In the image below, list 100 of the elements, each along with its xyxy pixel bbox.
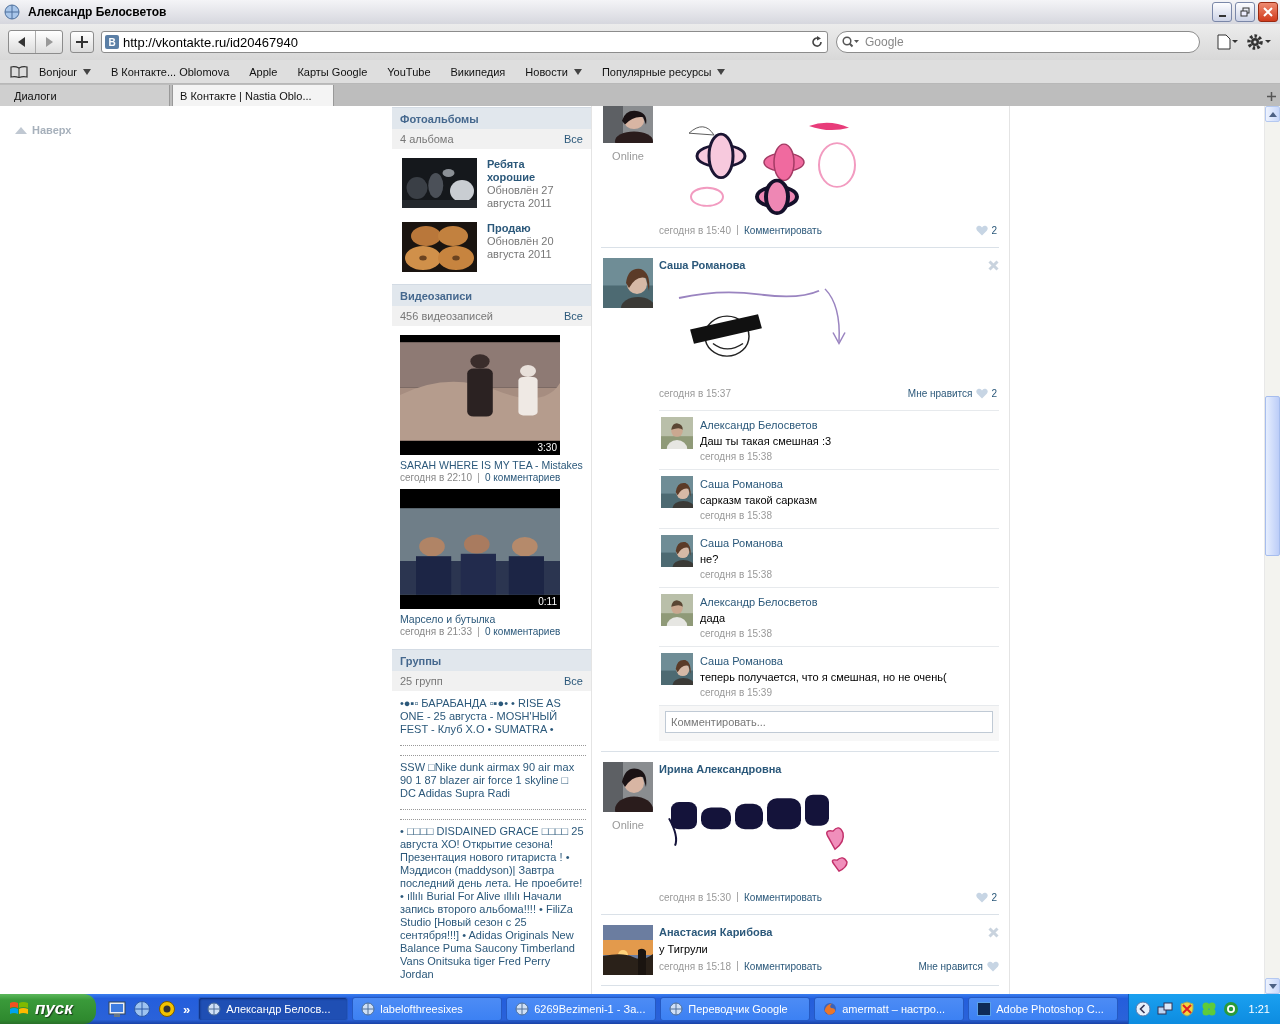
scroll-down-button[interactable] (1265, 978, 1280, 994)
group-list[interactable]: •●▪▫ БАРАБАНДА ▫▪●• • RISE AS ONE - 25 августа - MOSH'НЫЙ FEST - Клуб Х.О • SUMATRA • (400, 697, 586, 736)
book-icon[interactable] (10, 65, 28, 78)
bookmark-item[interactable]: Apple (240, 61, 287, 82)
section-count: 25 групп (400, 675, 443, 687)
section-title: Фотоальбомы (392, 107, 591, 129)
app-icon (977, 1002, 992, 1016)
taskbar-button[interactable]: Переводчик Google (660, 997, 811, 1021)
up-arrow-icon (1268, 111, 1277, 117)
comment-link[interactable]: Комментировать (744, 960, 822, 972)
fox-globe-icon (823, 1002, 838, 1016)
comment-text: теперь получается, что я смешная, но не очень( (700, 670, 947, 685)
plus-icon (76, 36, 88, 48)
like-count: 2 (991, 387, 997, 399)
like-link[interactable]: Мне нравится (907, 387, 973, 399)
scrollbar-thumb[interactable] (1265, 396, 1280, 556)
post-author[interactable]: Анастасия Карибова (659, 926, 773, 938)
search-field[interactable]: Google (836, 31, 1200, 53)
bookmark-item[interactable]: Bonjour (30, 61, 100, 82)
minimize-button[interactable] (1212, 2, 1232, 22)
bookmark-item[interactable]: Карты Google (288, 61, 377, 82)
page-menu-icon[interactable] (1217, 34, 1239, 50)
bookmark-item[interactable]: Википедия (441, 61, 515, 82)
bookmark-item[interactable]: Популярные ресурсы (592, 61, 735, 82)
bookmark-item[interactable]: YouTube (378, 61, 440, 82)
video-title[interactable]: Марсело и бутылка (400, 612, 583, 626)
section-title: Видеозаписи (392, 284, 591, 306)
ring-icon[interactable] (1223, 1001, 1239, 1017)
comment-time: сегодня в 15:38 (700, 509, 773, 523)
scroll-up-button[interactable] (1265, 106, 1280, 122)
video-date: сегодня в 21:33 (400, 626, 472, 637)
comment-time: сегодня в 15:38 (700, 568, 773, 582)
comment-author[interactable]: Саша Романова (700, 476, 818, 492)
site-icon: В (105, 35, 119, 49)
comment-author[interactable]: Александр Белосветов (700, 417, 832, 433)
bookmark-item[interactable]: В Контакте... Oblomova (101, 61, 239, 82)
start-button[interactable]: пуск (0, 994, 96, 1024)
forward-icon[interactable] (44, 37, 54, 47)
maximize-button[interactable] (1235, 2, 1255, 22)
comment-author[interactable]: Саша Романова (700, 535, 783, 551)
comments-link[interactable]: 0 комментариев (485, 626, 561, 637)
navigation-buttons[interactable] (8, 30, 63, 54)
add-bookmark-button[interactable] (70, 31, 94, 53)
minimize-icon (1218, 14, 1226, 17)
online-status: Online (612, 150, 644, 162)
post-time: сегодня в 15:30 (659, 891, 731, 903)
section-count: 4 альбома (400, 133, 454, 145)
show-all-link[interactable]: Все (564, 310, 583, 322)
video-title[interactable]: SARAH WHERE IS MY TEA - Mistakes (400, 458, 583, 472)
comment-link[interactable]: Комментировать (744, 224, 822, 236)
more-button[interactable]: » (183, 1001, 191, 1017)
post-author[interactable]: Саша Романова (659, 259, 746, 271)
reload-icon[interactable] (811, 36, 823, 48)
taskbar-button[interactable]: amermatt – настро... (814, 997, 965, 1021)
post-time: сегодня в 15:18 (659, 960, 731, 972)
desktop-icon[interactable] (108, 1000, 126, 1018)
album-title[interactable]: Ребята хорошие (487, 158, 569, 184)
like-link[interactable]: Мне нравится (918, 960, 983, 972)
comment-text: Даш ты такая смешная :3 (700, 434, 832, 449)
close-icon (1263, 7, 1273, 17)
album-title[interactable]: Продаю (487, 222, 569, 235)
section-count: 456 видеозаписей (400, 310, 493, 322)
comment-author[interactable]: Саша Романова (700, 653, 947, 669)
video-date: сегодня в 22:10 (400, 472, 472, 483)
browser-tab[interactable]: Диалоги (0, 85, 170, 106)
bookmark-item[interactable]: Новости (516, 61, 591, 82)
online-status: Online (612, 819, 644, 831)
post-time: сегодня в 15:40 (659, 224, 731, 236)
browser-tab[interactable]: В Контакте | Nastia Oblo... (172, 85, 334, 106)
comment-text: дада (700, 611, 727, 626)
post-text: у Тигрули (659, 943, 709, 955)
like-count: 2 (991, 891, 997, 903)
show-all-link[interactable]: Все (564, 133, 583, 145)
group-list[interactable]: SSW □Nike dunk airmax 90 air max 90 1 87 blazer air force 1 skyline □ DC Adidas Supra Radi (400, 761, 586, 800)
taskbar-button[interactable]: Александр Белосв... (198, 997, 349, 1021)
group-list[interactable]: • □□□□ DISDAINED GRACE □□□□ 25 августа ХО! Открытие сезона! Презентация нового гитариста ! • Мэддисон (maddyson)| Завтра последний день лета. Не проебите! • ıllılı Burial For Alive ıllılı Начали запись второго альбома!!!! • FiliZa Studio [Новый сезон с 25 сентября!!!] • Adidas Originals New Balance Puma Saucony Timberland Vans Onitsuka tiger Fred Perry Jordan (400, 825, 586, 981)
taskbar-button[interactable]: Adobe Photoshop C... (968, 997, 1119, 1021)
taskbar-button[interactable]: labelofthreesixes (352, 997, 503, 1021)
search-icon[interactable] (842, 36, 860, 48)
post-author[interactable]: Ирина Александровна (659, 763, 782, 775)
post-time: сегодня в 15:37 (659, 387, 731, 399)
comment-field[interactable]: Комментировать... (665, 711, 993, 733)
settings-icon[interactable] (1246, 33, 1272, 51)
album-updated: Обновлён 27 августа 2011 (487, 184, 554, 209)
network-icon[interactable] (1157, 1001, 1173, 1017)
globe-icon (669, 1002, 684, 1016)
messenger-icon[interactable] (158, 1000, 176, 1018)
comment-link[interactable]: Комментировать (744, 891, 822, 903)
shield-icon[interactable] (1179, 1001, 1195, 1017)
show-all-link[interactable]: Все (564, 675, 583, 687)
comments-link[interactable]: 0 комментариев (485, 472, 561, 483)
comment-author[interactable]: Александр Белосветов (700, 594, 818, 610)
globe-icon[interactable] (133, 1000, 151, 1018)
comment-text: не? (700, 552, 720, 567)
close-button[interactable] (1258, 2, 1278, 22)
address-field[interactable]: В http://vkontakte.ru/id20467940 (101, 31, 828, 53)
expand-tray-icon[interactable] (1135, 1001, 1151, 1017)
taskbar-button[interactable]: 6269Bezimeni-1 - За... (506, 997, 657, 1021)
back-icon[interactable] (17, 37, 27, 47)
new-tab-icon[interactable] (1267, 92, 1276, 101)
